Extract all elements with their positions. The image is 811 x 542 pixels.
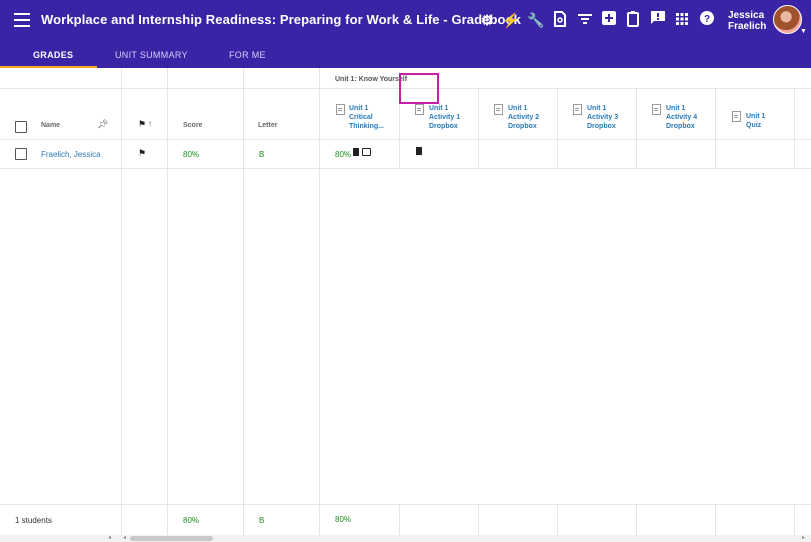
- tab-for-me[interactable]: FOR ME: [229, 50, 266, 60]
- scroll-left-icon[interactable]: ◂: [123, 534, 126, 541]
- user-first-name: Jessica: [728, 10, 765, 21]
- flag-icon[interactable]: ⚑: [138, 148, 146, 159]
- app-header: Workplace and Internship Readiness: Prep…: [0, 0, 811, 68]
- critical-thinking-grade[interactable]: 80%: [335, 150, 351, 159]
- footer-score: 80%: [183, 516, 200, 525]
- wrench-icon[interactable]: 🔧: [527, 11, 545, 29]
- pin-icon[interactable]: 📌︎: [97, 119, 108, 130]
- column-title-line: Dropbox: [429, 123, 458, 130]
- tab-grades[interactable]: GRADES: [33, 50, 73, 60]
- document-icon: [652, 104, 661, 115]
- column-title: Unit 1 Activity 3 Dropbox: [587, 104, 618, 131]
- column-title: Unit 1 Activity 1 Dropbox: [429, 104, 460, 131]
- scroll-left-icon[interactable]: ◂: [108, 534, 111, 541]
- column-title-line: Dropbox: [587, 123, 616, 130]
- column-divider: [557, 88, 558, 168]
- column-title-line: Activity 3: [587, 114, 619, 121]
- apps-grid-icon[interactable]: [673, 11, 691, 29]
- score-header[interactable]: Score: [183, 122, 202, 129]
- document-icon: [494, 104, 503, 115]
- column-title-line: Activity 2: [508, 114, 540, 121]
- caret-down-icon[interactable]: ▼: [800, 28, 807, 35]
- column-title-line: Activity 4: [666, 114, 698, 121]
- column-divider: [636, 504, 637, 535]
- column-title-line: Unit 1: [508, 105, 528, 112]
- column-title: Unit 1 Activity 2 Dropbox: [508, 104, 539, 131]
- filter-icon[interactable]: [576, 11, 594, 29]
- submission-file-icon[interactable]: [416, 147, 422, 155]
- student-name-link[interactable]: Fraelich, Jessica: [41, 150, 101, 159]
- app-title: Workplace and Internship Readiness: Prep…: [41, 12, 521, 27]
- column-title-line: Unit 1: [746, 113, 766, 120]
- column-title-line: Quiz: [746, 122, 762, 129]
- settings-icon[interactable]: ⚙: [478, 11, 496, 29]
- gradebook-grid: Unit 1: Know Yourself Name 📌︎ ⚑ ↑ Score …: [0, 68, 811, 542]
- clipboard-icon[interactable]: [624, 11, 642, 29]
- feedback-icon[interactable]: [649, 11, 667, 29]
- column-divider: [715, 88, 716, 168]
- column-divider: [636, 88, 637, 168]
- unit-group-header: Unit 1: Know Yourself: [335, 76, 408, 83]
- column-title: Unit 1 Critical Thinking...: [349, 104, 384, 131]
- name-header[interactable]: Name: [41, 122, 60, 129]
- row-divider: [0, 504, 811, 505]
- column-divider: [557, 504, 558, 535]
- sort-up-icon[interactable]: ↑: [148, 119, 152, 128]
- document-icon: [336, 104, 345, 115]
- column-divider: [794, 88, 795, 168]
- column-title-line: Thinking...: [349, 123, 384, 130]
- column-title-line: Unit 1: [429, 105, 449, 112]
- letter-header[interactable]: Letter: [258, 122, 277, 129]
- menu-icon[interactable]: [14, 13, 30, 27]
- horizontal-scrollbar[interactable]: ◂ ◂ ▸: [0, 535, 811, 542]
- column-divider: [794, 504, 795, 535]
- column-divider: [715, 504, 716, 535]
- score-cell: 80%: [183, 150, 200, 159]
- avatar[interactable]: [773, 5, 802, 34]
- column-title-line: Unit 1: [349, 105, 369, 112]
- column-title: Unit 1 Activity 4 Dropbox: [666, 104, 697, 131]
- student-count: 1 students: [15, 516, 52, 525]
- column-title: Unit 1 Quiz: [746, 112, 765, 130]
- row-divider: [0, 139, 811, 140]
- footer-critical-thinking: 80%: [335, 515, 352, 524]
- column-title-line: Unit 1: [587, 105, 607, 112]
- scrollbar-thumb[interactable]: [130, 536, 213, 541]
- search-doc-icon[interactable]: [551, 11, 569, 29]
- user-last-name: Fraelich: [728, 21, 767, 32]
- user-name[interactable]: Jessica Fraelich: [728, 10, 766, 32]
- column-title-line: Unit 1: [666, 105, 686, 112]
- column-divider: [399, 504, 400, 535]
- svg-text:?: ?: [704, 14, 710, 25]
- column-title-line: Critical: [349, 114, 373, 121]
- quiz-icon: [732, 111, 741, 122]
- comment-icon[interactable]: [362, 148, 371, 156]
- row-divider: [0, 168, 811, 169]
- document-icon: [415, 104, 424, 115]
- column-divider: [478, 504, 479, 535]
- row-checkbox[interactable]: [15, 148, 27, 160]
- tab-bar: GRADES UNIT SUMMARY FOR ME: [0, 47, 811, 68]
- column-title-line: Activity 1: [429, 114, 461, 121]
- scroll-right-icon[interactable]: ▸: [802, 534, 805, 541]
- letter-cell: B: [259, 150, 265, 159]
- help-icon[interactable]: ?: [698, 11, 716, 29]
- footer-letter: B: [259, 516, 265, 525]
- select-all-checkbox[interactable]: [15, 121, 27, 133]
- add-box-icon[interactable]: [600, 11, 618, 29]
- column-divider: [478, 88, 479, 168]
- document-icon: [573, 104, 582, 115]
- highlighted-cell[interactable]: [399, 73, 439, 104]
- lightning-icon[interactable]: ⚡: [502, 11, 520, 29]
- submission-file-icon[interactable]: [353, 148, 359, 156]
- column-title-line: Dropbox: [508, 123, 537, 130]
- tab-unit-summary[interactable]: UNIT SUMMARY: [115, 50, 188, 60]
- column-title-line: Dropbox: [666, 123, 695, 130]
- flag-header-icon[interactable]: ⚑: [138, 119, 146, 130]
